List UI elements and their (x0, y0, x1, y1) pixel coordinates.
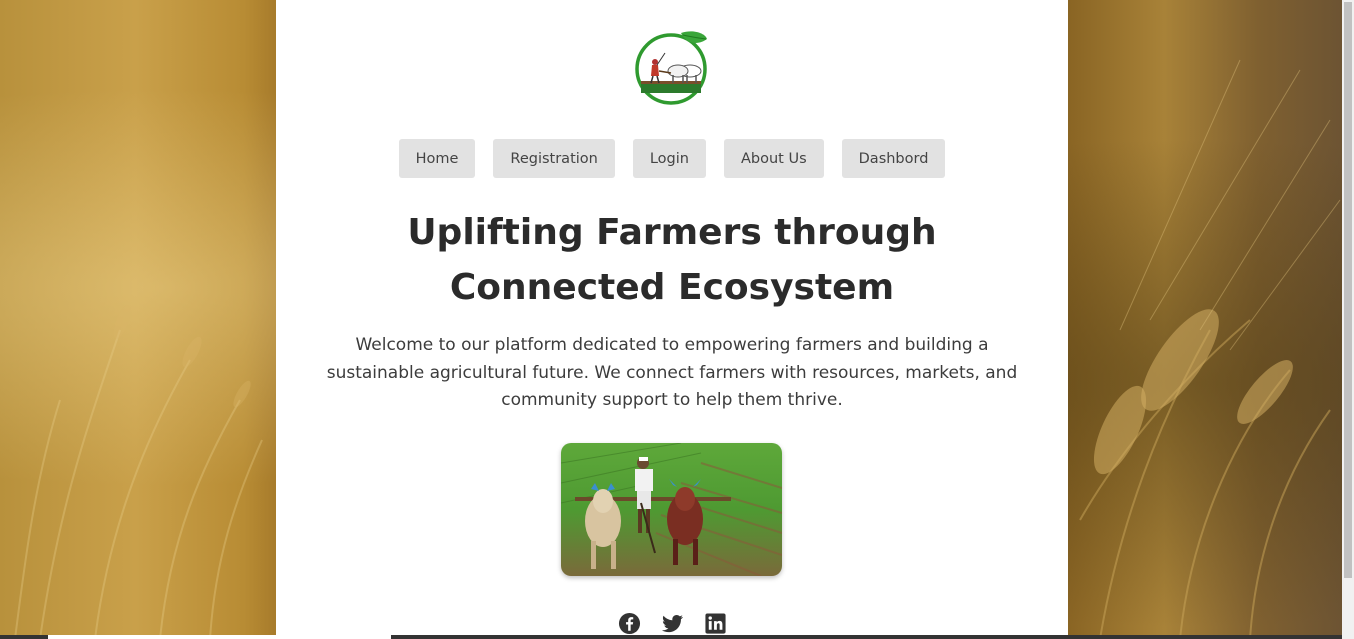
farmer-ploughing-photo (561, 443, 782, 576)
vertical-scrollbar[interactable] (1342, 0, 1354, 639)
nav-home-button[interactable]: Home (398, 139, 476, 178)
facebook-icon[interactable] (618, 612, 641, 635)
nav-login-button[interactable]: Login (632, 139, 706, 178)
main-card: Home Registration Login About Us Dashbor… (276, 0, 1068, 639)
social-links (276, 612, 1068, 635)
nav-registration-button[interactable]: Registration (493, 139, 615, 178)
page-title: Uplifting Farmers through Connected Ecos… (407, 212, 937, 308)
nav-about-us-button[interactable]: About Us (723, 139, 824, 178)
vertical-scrollbar-thumb[interactable] (1344, 2, 1352, 578)
twitter-icon[interactable] (661, 612, 684, 635)
hero-description: Welcome to our platform dedicated to emp… (326, 335, 1018, 410)
horizontal-scrollbar[interactable] (0, 635, 1342, 639)
logo-farmer-plough-icon (635, 31, 707, 105)
nav-dashboard-button[interactable]: Dashbord (841, 139, 946, 178)
linkedin-icon[interactable] (704, 612, 727, 635)
main-nav: Home Registration Login About Us Dashbor… (276, 139, 1068, 178)
horizontal-scrollbar-thumb[interactable] (48, 635, 391, 639)
